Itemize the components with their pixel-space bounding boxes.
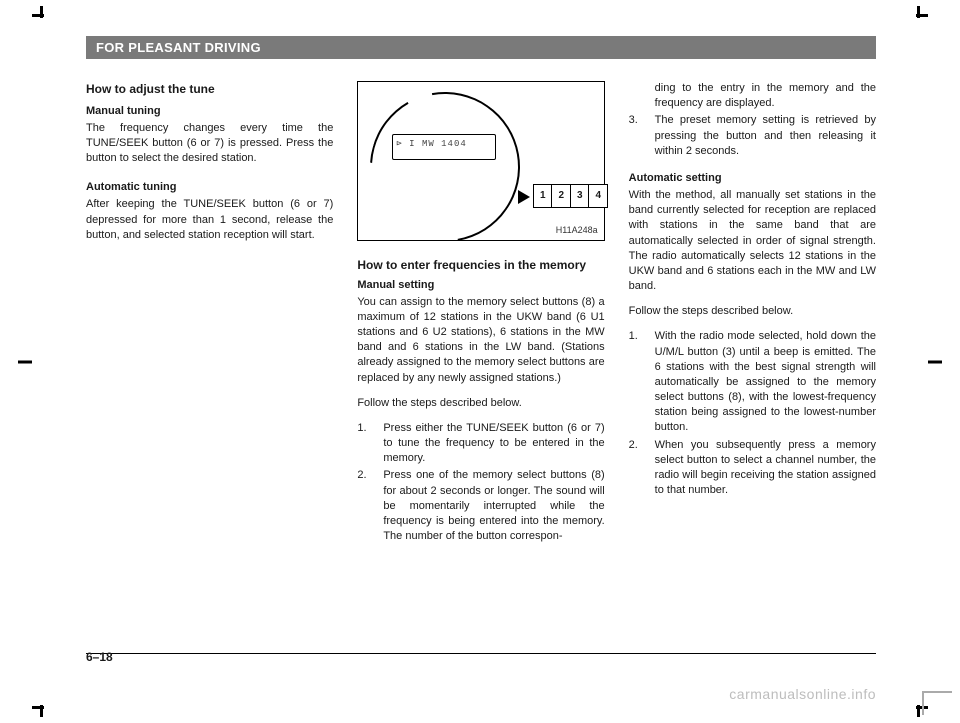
- page-sheet: FOR PLEASANT DRIVING How to adjust the t…: [86, 36, 876, 676]
- heading-manual-setting: Manual setting: [357, 278, 604, 293]
- step-text: Press one of the memory select buttons (…: [383, 468, 604, 544]
- column-3: ding to the entry in the memory and the …: [629, 81, 876, 546]
- preset-button-1: 1: [533, 184, 553, 208]
- column-2: ⊳ I MW 1404 1 2 3 4 H11A248a How to ente…: [357, 81, 604, 546]
- para-manual-tuning: The frequency changes every time the TUN…: [86, 121, 333, 167]
- heading-adjust-tune: How to adjust the tune: [86, 81, 333, 98]
- step-text: The preset memory setting is retrieved b…: [655, 113, 876, 159]
- watermark-text: carmanualsonline.info: [729, 686, 876, 702]
- preset-button-3: 3: [570, 184, 590, 208]
- step-text: Press either the TUNE/SEEK button (6 or …: [383, 421, 604, 467]
- column-1: How to adjust the tune Manual tuning The…: [86, 81, 333, 546]
- step-number: [629, 81, 651, 111]
- lcd-readout: ⊳ I MW 1404: [396, 138, 466, 150]
- arrow-right-icon: [518, 190, 530, 204]
- step-number: 2.: [357, 468, 379, 544]
- figure-radio-preset: ⊳ I MW 1404 1 2 3 4 H11A248a: [357, 81, 604, 241]
- figure-label: H11A248a: [556, 224, 598, 236]
- manual-setting-steps: 1.Press either the TUNE/SEEK button (6 o…: [357, 421, 604, 544]
- step-number: 1.: [357, 421, 379, 467]
- preset-button-row: 1 2 3 4: [534, 184, 608, 208]
- crop-mark: [40, 6, 43, 18]
- para-follow-steps-2: Follow the steps described below.: [629, 304, 876, 319]
- preset-button-2: 2: [551, 184, 571, 208]
- heading-enter-frequencies: How to enter frequencies in the memory: [357, 257, 604, 274]
- para-automatic-tuning: After keeping the TUNE/SEEK button (6 or…: [86, 197, 333, 243]
- section-header-text: FOR PLEASANT DRIVING: [96, 40, 261, 55]
- column-container: How to adjust the tune Manual tuning The…: [86, 81, 876, 546]
- manual-setting-steps-cont: ding to the entry in the memory and the …: [629, 81, 876, 159]
- list-item: 3.The preset memory setting is retrieved…: [629, 113, 876, 159]
- list-item: ding to the entry in the memory and the …: [629, 81, 876, 111]
- step-number: 1.: [629, 329, 651, 435]
- heading-automatic-setting: Automatic setting: [629, 171, 876, 186]
- crop-mark: [917, 705, 920, 717]
- para-automatic-setting: With the method, all manually set statio…: [629, 188, 876, 294]
- step-text: With the radio mode selected, hold down …: [655, 329, 876, 435]
- fold-corner-icon: [922, 691, 952, 715]
- list-item: 1.Press either the TUNE/SEEK button (6 o…: [357, 421, 604, 467]
- para-follow-steps: Follow the steps described below.: [357, 396, 604, 411]
- para-manual-setting: You can assign to the memory select butt…: [357, 295, 604, 386]
- heading-automatic-tuning: Automatic tuning: [86, 180, 333, 195]
- automatic-setting-steps: 1.With the radio mode selected, hold dow…: [629, 329, 876, 498]
- step-number: 2.: [629, 438, 651, 499]
- crop-mark: [917, 6, 920, 18]
- crop-mark: [18, 360, 32, 363]
- section-header: FOR PLEASANT DRIVING: [86, 36, 876, 59]
- page-number: 6–18: [86, 650, 113, 664]
- step-text: ding to the entry in the memory and the …: [655, 81, 876, 111]
- list-item: 2.Press one of the memory select buttons…: [357, 468, 604, 544]
- list-item: 1.With the radio mode selected, hold dow…: [629, 329, 876, 435]
- step-number: 3.: [629, 113, 651, 159]
- heading-manual-tuning: Manual tuning: [86, 104, 333, 119]
- crop-mark: [40, 705, 43, 717]
- footer-rule: [86, 653, 876, 655]
- list-item: 2.When you subsequently press a memory s…: [629, 438, 876, 499]
- crop-mark: [928, 360, 942, 363]
- step-text: When you subsequently press a memory sel…: [655, 438, 876, 499]
- preset-button-4: 4: [588, 184, 608, 208]
